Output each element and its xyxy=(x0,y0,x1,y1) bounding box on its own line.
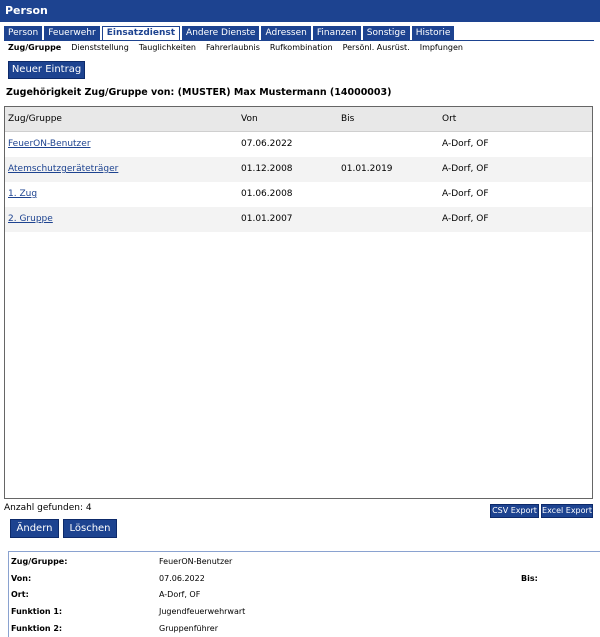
table-row[interactable]: 2. Gruppe 01.01.2007 A-Dorf, OF xyxy=(5,207,592,232)
delete-button[interactable]: Löschen xyxy=(63,519,117,538)
column-header-ort[interactable]: Ort xyxy=(442,107,456,132)
sub-tab-bar: Zug/Gruppe Dienststellung Tauglichkeiten… xyxy=(8,42,473,54)
tab-einsatzdienst[interactable]: Einsatzdienst xyxy=(101,26,181,41)
window-title: Person xyxy=(0,0,600,22)
subtab-tauglichkeiten[interactable]: Tauglichkeiten xyxy=(139,42,196,54)
tab-historie[interactable]: Historie xyxy=(411,26,455,40)
detail-group-label: Zug/Gruppe: xyxy=(11,557,68,566)
row-group-link[interactable]: FeuerON-Benutzer xyxy=(8,139,91,149)
subtab-dienststellung[interactable]: Dienststellung xyxy=(71,42,129,54)
csv-export-button[interactable]: CSV Export xyxy=(490,504,539,518)
subtab-rufkombination[interactable]: Rufkombination xyxy=(270,42,333,54)
subtab-impfungen[interactable]: Impfungen xyxy=(420,42,463,54)
edit-button[interactable]: Ändern xyxy=(10,519,59,538)
row-von: 01.06.2008 xyxy=(241,189,293,199)
table-header: Zug/Gruppe Von Bis Ort xyxy=(5,107,592,132)
column-header-von[interactable]: Von xyxy=(241,107,258,132)
row-group-link[interactable]: Atemschutzgeräteträger xyxy=(8,164,118,174)
detail-panel: Zug/Gruppe: FeuerON-Benutzer Von: 07.06.… xyxy=(8,551,600,637)
tab-sonstige[interactable]: Sonstige xyxy=(362,26,410,40)
row-ort: A-Dorf, OF xyxy=(442,189,489,199)
detail-von-label: Von: xyxy=(11,574,32,583)
table-row[interactable]: Atemschutzgeräteträger 01.12.2008 01.01.… xyxy=(5,157,592,182)
result-count: Anzahl gefunden: 4 xyxy=(4,503,92,513)
detail-group-value: FeuerON-Benutzer xyxy=(159,557,233,566)
column-header-bis[interactable]: Bis xyxy=(341,107,354,132)
excel-export-button[interactable]: Excel Export xyxy=(541,504,593,518)
section-title: Zugehörigkeit Zug/Gruppe von: (MUSTER) M… xyxy=(6,87,392,98)
row-von: 01.01.2007 xyxy=(241,214,293,224)
subtab-persoenl-ausruest[interactable]: Persönl. Ausrüst. xyxy=(343,42,410,54)
detail-funktion1-value: Jugendfeuerwehrwart xyxy=(159,607,246,616)
membership-table: Zug/Gruppe Von Bis Ort FeuerON-Benutzer … xyxy=(4,106,593,499)
row-ort: A-Dorf, OF xyxy=(442,139,489,149)
table-row[interactable]: 1. Zug 01.06.2008 A-Dorf, OF xyxy=(5,182,592,207)
tab-divider xyxy=(4,40,594,41)
tab-andere-dienste[interactable]: Andere Dienste xyxy=(182,26,260,40)
row-ort: A-Dorf, OF xyxy=(442,164,489,174)
row-group-link[interactable]: 1. Zug xyxy=(8,189,37,199)
row-ort: A-Dorf, OF xyxy=(442,214,489,224)
row-von: 01.12.2008 xyxy=(241,164,293,174)
tab-adressen[interactable]: Adressen xyxy=(261,26,311,40)
detail-funktion2-label: Funktion 2: xyxy=(11,624,63,633)
table-row[interactable]: FeuerON-Benutzer 07.06.2022 A-Dorf, OF xyxy=(5,132,592,157)
column-header-zug-gruppe[interactable]: Zug/Gruppe xyxy=(8,107,62,132)
tab-finanzen[interactable]: Finanzen xyxy=(312,26,361,40)
detail-ort-label: Ort: xyxy=(11,590,29,599)
subtab-zug-gruppe[interactable]: Zug/Gruppe xyxy=(8,42,61,54)
row-group-link[interactable]: 2. Gruppe xyxy=(8,214,53,224)
detail-funktion2-value: Gruppenführer xyxy=(159,624,218,633)
tab-person[interactable]: Person xyxy=(4,26,43,40)
detail-bis-label: Bis: xyxy=(521,574,538,583)
detail-von-value: 07.06.2022 xyxy=(159,574,205,583)
row-von: 07.06.2022 xyxy=(241,139,293,149)
new-entry-button[interactable]: Neuer Eintrag xyxy=(8,61,85,79)
row-bis: 01.01.2019 xyxy=(341,164,393,174)
subtab-fahrerlaubnis[interactable]: Fahrerlaubnis xyxy=(206,42,260,54)
main-tab-bar: Person Feuerwehr Einsatzdienst Andere Di… xyxy=(4,26,456,41)
tab-feuerwehr[interactable]: Feuerwehr xyxy=(44,26,100,40)
detail-ort-value: A-Dorf, OF xyxy=(159,590,201,599)
detail-funktion1-label: Funktion 1: xyxy=(11,607,63,616)
